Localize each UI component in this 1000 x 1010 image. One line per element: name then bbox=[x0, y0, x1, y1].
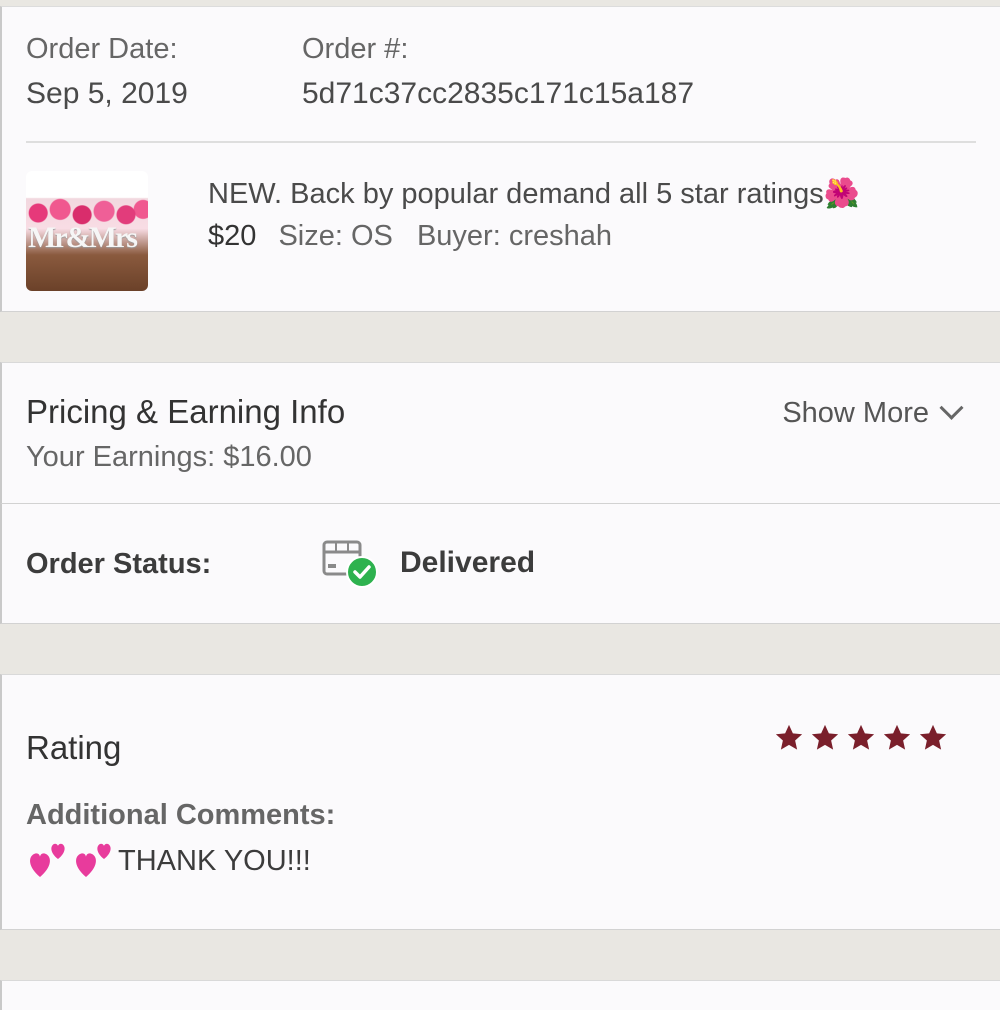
divider bbox=[26, 141, 976, 143]
star-rating bbox=[774, 723, 948, 753]
item-size: Size: OS bbox=[278, 220, 393, 252]
rating-heading: Rating bbox=[26, 729, 122, 766]
package-check-icon bbox=[322, 540, 378, 588]
star-icon bbox=[883, 724, 911, 750]
pricing-heading: Pricing & Earning Info bbox=[26, 393, 346, 430]
thumbnail-sign: Mr&Mrs bbox=[28, 221, 138, 254]
order-status-value: Delivered bbox=[400, 546, 536, 579]
order-date-label: Order Date: bbox=[26, 33, 178, 65]
comments-label: Additional Comments: bbox=[26, 799, 336, 831]
two-hearts-icon bbox=[30, 843, 65, 877]
show-more-button[interactable]: Show More bbox=[782, 395, 964, 430]
item-thumbnail[interactable]: Mr&Mrs bbox=[26, 171, 148, 291]
next-card bbox=[0, 980, 1000, 1010]
chevron-down-icon bbox=[939, 395, 964, 420]
star-icon bbox=[811, 724, 839, 750]
item-details: $20 Size: OS Buyer: creshah bbox=[208, 220, 612, 253]
star-icon bbox=[847, 724, 875, 750]
order-card: Order Date: Sep 5, 2019 Order #: 5d71c37… bbox=[0, 6, 1000, 312]
item-price: $20 bbox=[208, 220, 257, 252]
comment-text: THANK YOU!!! bbox=[26, 841, 311, 881]
comment-message: THANK YOU!!! bbox=[118, 844, 311, 877]
rating-card: Rating Additional Comments: THANK YOU!!! bbox=[0, 674, 1000, 930]
order-status-label: Order Status: bbox=[26, 548, 212, 580]
item-title[interactable]: NEW. Back by popular demand all 5 star r… bbox=[208, 177, 860, 211]
order-number-label: Order #: bbox=[302, 33, 409, 65]
order-date-value: Sep 5, 2019 bbox=[26, 77, 188, 110]
star-icon bbox=[919, 724, 947, 750]
item-buyer[interactable]: Buyer: creshah bbox=[417, 220, 612, 252]
star-icon bbox=[775, 724, 803, 750]
earnings-text: Your Earnings: $16.00 bbox=[26, 441, 312, 473]
order-number-value: 5d71c37cc2835c171c15a187 bbox=[302, 77, 695, 110]
status-card: Order Status: Delivered bbox=[0, 504, 1000, 624]
pricing-card: Pricing & Earning Info Your Earnings: $1… bbox=[0, 362, 1000, 504]
show-more-label: Show More bbox=[782, 397, 929, 429]
two-hearts-icon bbox=[76, 843, 111, 877]
